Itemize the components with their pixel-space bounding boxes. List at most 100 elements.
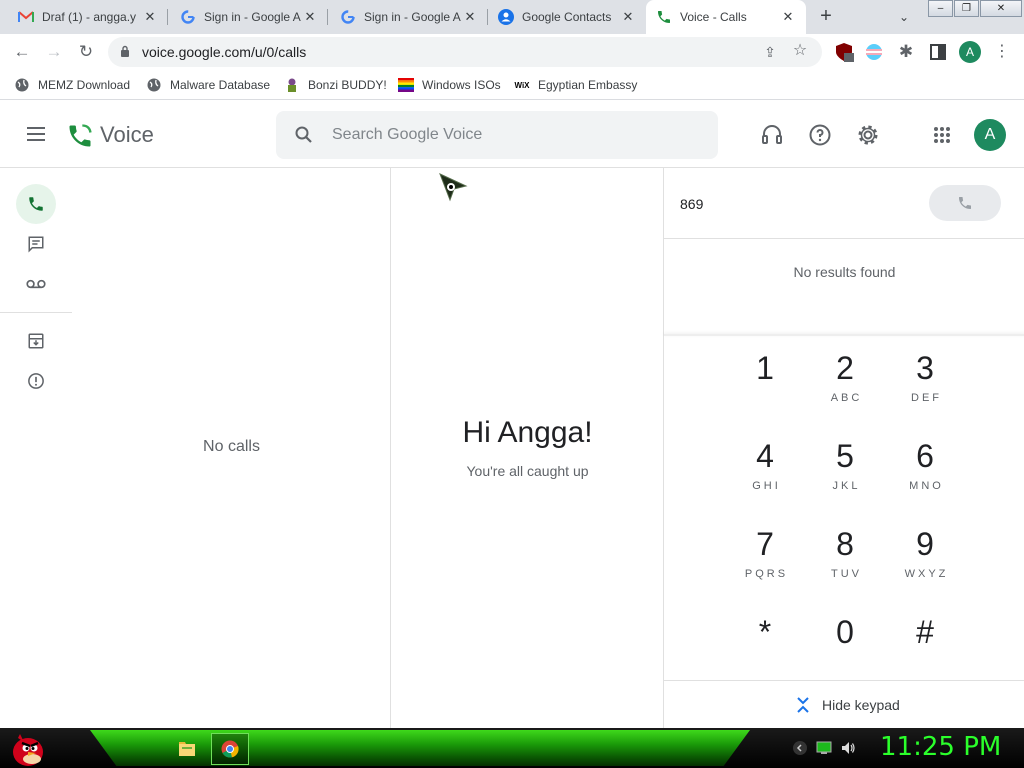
tab-google-contacts[interactable]: Google Contacts ✕ bbox=[488, 0, 646, 34]
message-icon bbox=[28, 236, 44, 253]
search-bar[interactable] bbox=[276, 111, 718, 159]
key-digit: 6 bbox=[916, 438, 934, 474]
share-icon[interactable]: ⇪ bbox=[760, 42, 780, 62]
taskbar-chrome[interactable] bbox=[211, 733, 249, 765]
nav-voicemail[interactable] bbox=[16, 264, 56, 304]
new-tab-button[interactable]: + bbox=[814, 5, 838, 29]
bookmark-star-icon[interactable]: ☆ bbox=[790, 41, 810, 61]
extensions-puzzle-icon[interactable]: ✱ bbox=[894, 40, 918, 64]
settings-gear-icon[interactable] bbox=[856, 123, 880, 147]
bookmark-memz-download[interactable]: MEMZ Download bbox=[14, 76, 130, 94]
url-text[interactable]: voice.google.com/u/0/calls bbox=[142, 44, 306, 60]
tab-gmail-draft[interactable]: Draf (1) - angga.y ✕ bbox=[0, 0, 168, 34]
dial-number-input[interactable]: 869 bbox=[680, 196, 703, 212]
welcome-panel: Hi Angga! You're all caught up bbox=[392, 168, 663, 728]
forward-arrow-icon[interactable]: → bbox=[42, 40, 66, 64]
voicemail-icon bbox=[26, 279, 46, 289]
keypad-bottom-divider bbox=[664, 680, 1024, 681]
keypad-key-8[interactable]: 8 TUV bbox=[815, 524, 875, 604]
nav-archive[interactable] bbox=[16, 321, 56, 361]
keypad-key-5[interactable]: 5 JKL bbox=[815, 436, 875, 516]
tab-title: Sign in - Google A bbox=[204, 10, 301, 24]
bookmark-malware-database[interactable]: Malware Database bbox=[146, 76, 270, 94]
key-digit: 5 bbox=[836, 438, 854, 474]
tab-title: Sign in - Google A bbox=[364, 10, 461, 24]
tab-search-chevron-icon[interactable]: ⌄ bbox=[894, 7, 914, 27]
taskbar-file-explorer[interactable] bbox=[168, 733, 206, 765]
key-letters: PQRS bbox=[744, 568, 789, 580]
headset-icon[interactable] bbox=[760, 123, 784, 147]
dialer-panel: 869 No results found 1 2 ABC 3 DEF 4 GHI 5J… bbox=[663, 168, 1024, 728]
voice-header: Voice A bbox=[0, 101, 1024, 168]
keypad-key-6[interactable]: 6 MNO bbox=[895, 436, 955, 516]
minimize-button[interactable]: – bbox=[928, 0, 953, 17]
keypad-key-7[interactable]: 7 PQRS bbox=[735, 524, 795, 604]
reload-icon[interactable]: ↻ bbox=[74, 40, 98, 64]
key-letters: ABC bbox=[830, 392, 863, 404]
nav-messages[interactable] bbox=[16, 224, 56, 264]
taskbar-clock[interactable]: 11:25 PM bbox=[880, 732, 1001, 762]
caught-up-text: You're all caught up bbox=[466, 463, 589, 479]
phone-icon bbox=[29, 197, 43, 211]
browser-profile-avatar[interactable]: A bbox=[959, 41, 981, 63]
keypad-key-3[interactable]: 3 DEF bbox=[895, 348, 955, 428]
volume-icon[interactable] bbox=[840, 740, 856, 756]
tab-title: Voice - Calls bbox=[680, 10, 747, 24]
google-voice-logo-icon bbox=[69, 124, 92, 147]
key-letters: MNO bbox=[909, 480, 944, 492]
tab-sign-in-1[interactable]: Sign in - Google A ✕ bbox=[168, 0, 328, 34]
keypad-key-4[interactable]: 4 GHI bbox=[735, 436, 795, 516]
tab-close-icon[interactable]: ✕ bbox=[620, 9, 636, 25]
keypad-key-9[interactable]: 9 WXYZ bbox=[895, 524, 955, 604]
main-menu-icon[interactable] bbox=[24, 123, 48, 147]
tray-chevron-icon[interactable] bbox=[792, 740, 808, 756]
nav-spam[interactable] bbox=[16, 361, 56, 401]
call-button[interactable] bbox=[929, 185, 1001, 221]
tab-close-icon[interactable]: ✕ bbox=[302, 9, 318, 25]
back-arrow-icon[interactable]: ← bbox=[10, 40, 34, 64]
tab-close-icon[interactable]: ✕ bbox=[142, 9, 158, 25]
nav-calls[interactable] bbox=[16, 184, 56, 224]
voice-icon bbox=[656, 9, 672, 25]
restore-button[interactable]: ❐ bbox=[954, 0, 979, 17]
bookmark-egyptian-embassy[interactable]: WiX Egyptian Embassy bbox=[514, 76, 637, 94]
google-g-icon bbox=[180, 9, 196, 25]
apps-grid-icon[interactable] bbox=[930, 123, 954, 147]
flag-extension-icon[interactable] bbox=[864, 42, 884, 62]
keypad-key-1[interactable]: 1 bbox=[735, 348, 795, 428]
account-avatar[interactable]: A bbox=[974, 119, 1006, 151]
taskbar bbox=[0, 728, 1024, 768]
tab-close-icon[interactable]: ✕ bbox=[780, 9, 796, 25]
key-digit: 0 bbox=[836, 614, 854, 650]
keypad-divider bbox=[664, 334, 1024, 336]
start-button-angry-bird-icon[interactable] bbox=[6, 728, 46, 768]
help-icon[interactable] bbox=[808, 123, 832, 147]
window-close-button[interactable]: ✕ bbox=[980, 0, 1022, 17]
ublock-extension-icon[interactable] bbox=[834, 42, 854, 62]
bookmark-windows-isos[interactable]: Windows ISOs bbox=[398, 76, 501, 94]
spam-alert-icon bbox=[28, 373, 44, 389]
lock-icon[interactable] bbox=[120, 45, 130, 58]
tab-sign-in-2[interactable]: Sign in - Google A ✕ bbox=[328, 0, 488, 34]
bookmark-bonzi-buddy[interactable]: Bonzi BUDDY! bbox=[284, 76, 387, 94]
tab-close-icon[interactable]: ✕ bbox=[462, 9, 478, 25]
search-input[interactable] bbox=[332, 123, 702, 147]
keypad-key-2[interactable]: 2 ABC bbox=[815, 348, 875, 428]
rail-divider bbox=[0, 312, 72, 313]
app-title: Voice bbox=[100, 122, 154, 147]
bookmark-label: Egyptian Embassy bbox=[538, 78, 638, 92]
archive-icon bbox=[28, 333, 44, 349]
search-icon[interactable] bbox=[294, 125, 314, 145]
globe-icon bbox=[146, 77, 162, 93]
key-digit: 3 bbox=[916, 350, 934, 386]
side-panel-icon[interactable] bbox=[928, 42, 948, 62]
key-digit: # bbox=[916, 614, 934, 650]
network-icon[interactable] bbox=[816, 740, 832, 756]
key-digit: 2 bbox=[836, 350, 854, 386]
hide-keypad-button[interactable]: Hide keypad bbox=[794, 696, 900, 714]
browser-menu-icon[interactable]: ⋮ bbox=[994, 40, 1010, 64]
mouse-cursor-icon bbox=[439, 173, 468, 202]
bookmark-label: Bonzi BUDDY! bbox=[308, 78, 387, 92]
address-bar[interactable]: voice.google.com/u/0/calls ⇪ ☆ bbox=[108, 37, 822, 67]
tab-voice-calls[interactable]: Voice - Calls ✕ bbox=[646, 0, 806, 34]
